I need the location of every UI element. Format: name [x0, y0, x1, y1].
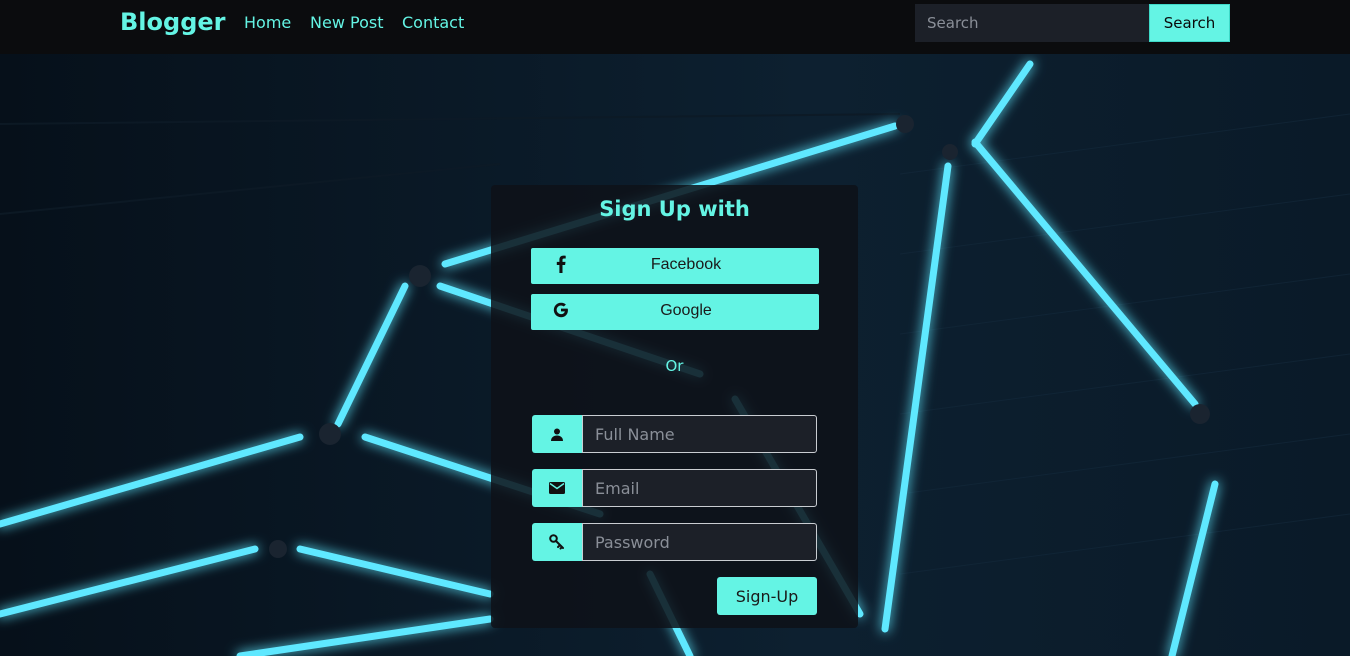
google-signup-button[interactable]: Google: [531, 294, 819, 330]
navbar: Blogger Home New Post Contact Search: [0, 0, 1350, 54]
signup-title: Sign Up with: [599, 197, 750, 221]
facebook-label: Facebook: [650, 256, 722, 273]
search-input[interactable]: [915, 4, 1150, 42]
nav-link-new-post[interactable]: New Post: [310, 13, 383, 32]
key-icon: [532, 523, 582, 561]
search-button[interactable]: Search: [1149, 4, 1230, 42]
signup-submit-button[interactable]: Sign-Up: [717, 577, 817, 615]
email-field: [532, 469, 817, 507]
google-label: Google: [660, 302, 712, 319]
nav-link-home[interactable]: Home: [244, 13, 291, 32]
brand-logo[interactable]: Blogger: [120, 8, 225, 36]
full-name-input[interactable]: [582, 415, 817, 453]
password-field: [532, 523, 817, 561]
password-input[interactable]: [582, 523, 817, 561]
nav-link-contact[interactable]: Contact: [402, 13, 464, 32]
signup-card: Sign Up with Facebook Google Or Full Nam…: [491, 185, 858, 628]
user-icon: [532, 415, 582, 453]
facebook-signup-button[interactable]: Facebook: [531, 248, 819, 284]
full-name-field: [532, 415, 817, 453]
envelope-icon: [532, 469, 582, 507]
email-input[interactable]: [582, 469, 817, 507]
or-divider: Or: [665, 357, 684, 375]
